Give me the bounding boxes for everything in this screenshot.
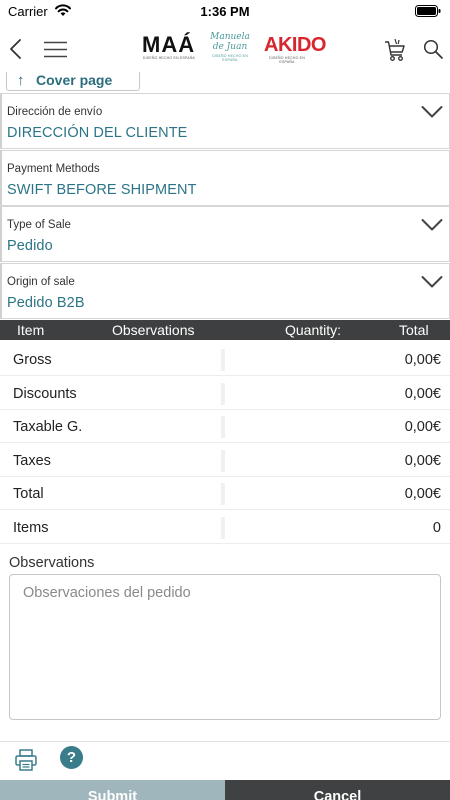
type-of-sale-field[interactable]: Type of Sale Pedido bbox=[0, 206, 450, 262]
divider bbox=[0, 741, 450, 742]
cover-page-tab[interactable]: ↑ Cover page bbox=[6, 72, 140, 91]
row-divider bbox=[221, 349, 225, 371]
row-divider bbox=[221, 449, 225, 472]
column-header-total: Total bbox=[399, 322, 429, 338]
field-value: Pedido bbox=[7, 238, 53, 254]
total-value: 0,00€ bbox=[404, 419, 441, 436]
total-row-taxes: Taxes 0,00€ bbox=[0, 443, 450, 477]
order-fields: Dirección de envío DIRECCIÓN DEL CLIENTE… bbox=[0, 93, 450, 319]
row-divider bbox=[221, 416, 225, 439]
help-icon[interactable]: ? bbox=[60, 746, 83, 769]
menu-icon[interactable] bbox=[44, 41, 67, 58]
table-header: Item Observations Quantity: Total bbox=[0, 320, 450, 340]
totals-summary: Gross 0,00€ Discounts 0,00€ Taxable G. 0… bbox=[0, 343, 450, 545]
field-value: Pedido B2B bbox=[7, 294, 85, 311]
field-label: Payment Methods bbox=[7, 162, 100, 175]
observations-textarea[interactable] bbox=[9, 574, 441, 720]
arrow-up-icon: ↑ bbox=[17, 72, 25, 89]
row-divider bbox=[221, 483, 225, 506]
chevron-down-icon[interactable] bbox=[421, 105, 443, 119]
akido-logo-text: AKIDO bbox=[264, 34, 326, 56]
manuela-logo-line1: Manuela bbox=[210, 32, 250, 42]
observations-label: Observations bbox=[9, 555, 95, 571]
back-icon[interactable] bbox=[8, 38, 24, 60]
total-label: Gross bbox=[13, 352, 52, 368]
field-label: Origin of sale bbox=[7, 275, 75, 288]
row-divider bbox=[221, 516, 225, 539]
origin-of-sale-field[interactable]: Origin of sale Pedido B2B bbox=[0, 262, 450, 319]
field-value: SWIFT BEFORE SHIPMENT bbox=[7, 181, 197, 198]
cancel-button[interactable]: Cancel bbox=[225, 780, 450, 800]
total-row-gross: Gross 0,00€ bbox=[0, 343, 450, 376]
payment-methods-field[interactable]: Payment Methods SWIFT BEFORE SHIPMENT bbox=[0, 149, 450, 206]
total-row-total: Total 0,00€ bbox=[0, 477, 450, 511]
total-label: Total bbox=[13, 486, 44, 503]
field-label: Dirección de envío bbox=[7, 106, 103, 118]
maa-logo-text: MAÁ bbox=[142, 32, 196, 57]
akido-logo-subtitle: DISEÑO HECHO EN ESPAÑA bbox=[269, 56, 305, 64]
total-value: 0,00€ bbox=[404, 486, 441, 503]
chevron-down-icon[interactable] bbox=[421, 275, 443, 289]
battery-icon bbox=[415, 5, 441, 17]
total-row-discounts: Discounts 0,00€ bbox=[0, 376, 450, 410]
column-header-item: Item bbox=[17, 322, 45, 338]
chevron-down-icon[interactable] bbox=[421, 218, 443, 232]
total-label: Items bbox=[13, 519, 49, 536]
printer-icon[interactable] bbox=[14, 748, 38, 772]
manuela-logo-line2: de Juan bbox=[212, 42, 248, 52]
submit-button[interactable]: Submit bbox=[0, 780, 225, 800]
search-icon[interactable] bbox=[423, 39, 443, 59]
column-header-quantity: Quantity: bbox=[285, 322, 342, 338]
manuela-de-juan-logo[interactable]: Manuela de Juan DISEÑO HECHO EN ESPAÑA bbox=[205, 32, 255, 68]
field-value: DIRECCIÓN DEL CLIENTE bbox=[7, 125, 188, 141]
status-time: 1:36 PM bbox=[200, 4, 250, 19]
total-label: Taxes bbox=[13, 452, 51, 469]
total-value: 0 bbox=[432, 519, 441, 536]
row-divider bbox=[221, 382, 225, 405]
manuela-logo-subtitle: DISEÑO HECHO EN ESPAÑA bbox=[212, 54, 248, 62]
total-value: 0,00€ bbox=[404, 385, 441, 402]
total-value: 0,00€ bbox=[404, 452, 441, 469]
shipping-address-field[interactable]: Dirección de envío DIRECCIÓN DEL CLIENTE bbox=[0, 93, 450, 149]
cover-page-label: Cover page bbox=[36, 72, 113, 88]
akido-logo[interactable]: AKIDO DISEÑO HECHO EN ESPAÑA bbox=[264, 34, 326, 66]
maa-logo[interactable]: MAÁ DISEÑO HECHO EN ESPAÑA bbox=[142, 34, 196, 66]
maa-logo-subtitle: DISEÑO HECHO EN ESPAÑA bbox=[142, 56, 196, 60]
total-label: Taxable G. bbox=[13, 419, 83, 436]
column-header-observations: Observations bbox=[112, 322, 195, 338]
total-value: 0,00€ bbox=[404, 352, 441, 368]
total-row-taxable: Taxable G. 0,00€ bbox=[0, 410, 450, 444]
total-label: Discounts bbox=[13, 385, 77, 402]
nav-bar: MAÁ DISEÑO HECHO EN ESPAÑA Manuela de Ju… bbox=[0, 22, 450, 72]
status-bar: Carrier 1:36 PM bbox=[0, 0, 450, 22]
cart-icon[interactable] bbox=[384, 38, 406, 62]
total-row-items: Items 0 bbox=[0, 510, 450, 544]
field-label: Type of Sale bbox=[7, 219, 71, 231]
